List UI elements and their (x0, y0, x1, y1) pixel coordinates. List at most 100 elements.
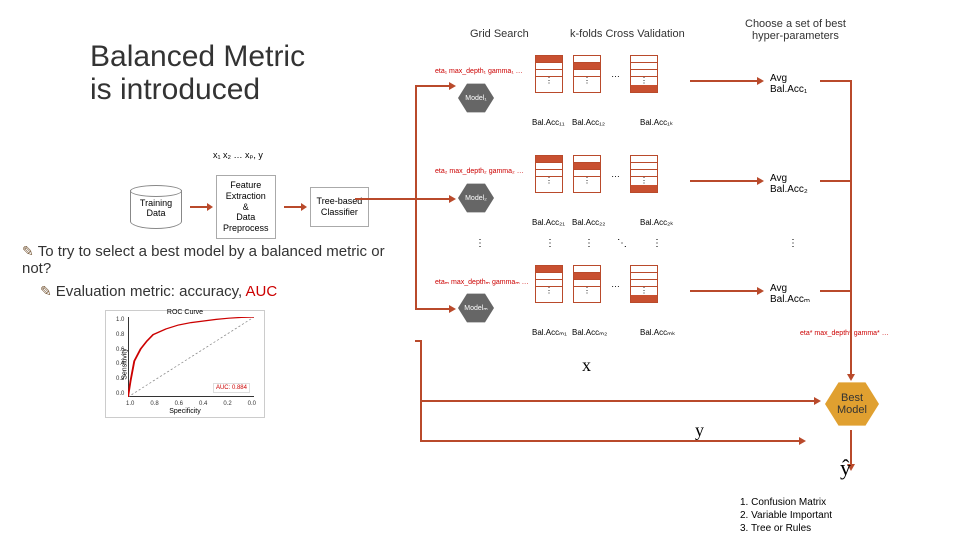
note-item: 3. Tree or Rules (740, 522, 832, 535)
tick: 0.6 (116, 347, 124, 353)
model-hex-label: Modelₘ (458, 292, 494, 324)
bal-acc-label: Bal.Acc₂₁ (532, 218, 565, 227)
fold-box: ⋮ (573, 155, 601, 193)
connector-arrow (770, 440, 800, 442)
note-item: 2. Variable Important (740, 509, 832, 522)
connector-line (420, 340, 422, 400)
title-line1: Balanced Metric (90, 40, 305, 73)
roc-yticks: 0.0 0.2 0.4 0.6 0.8 1.0 (116, 317, 124, 397)
fold-box: ⋮ (535, 265, 563, 303)
x-label: x (582, 355, 591, 376)
v-ellipsis: ⋮ (475, 238, 485, 249)
connector-line (420, 400, 422, 440)
bullet-1-text: To try to select a best model by a balan… (22, 243, 385, 277)
header-kfold: k-folds Cross Validation (570, 28, 685, 40)
avg-bal-acc-2: Avg Bal.Acc₂ (770, 173, 808, 195)
avg-bal-acc-1: Avg Bal.Acc₁ (770, 73, 807, 95)
model-hex-2: Model₂ (458, 182, 494, 214)
fold-box: ⋮ (630, 55, 658, 93)
best-model-hex: Best Model (825, 380, 879, 428)
bullet-2: ✎Evaluation metric: accuracy, AUC (40, 283, 277, 300)
header-grid-search: Grid Search (470, 28, 529, 40)
roc-xticks: 1.0 0.8 0.6 0.4 0.2 0.0 (126, 401, 256, 407)
y-label: y (695, 420, 704, 441)
training-data-cylinder: Training Data (130, 185, 182, 229)
model-hex-label: Model₂ (458, 182, 494, 214)
connector-line (820, 80, 850, 82)
bal-acc-label: Bal.Acc₁₂ (572, 118, 605, 127)
bal-acc-label: Bal.Acc₁ₖ (640, 118, 673, 127)
yhat-label: ŷ (840, 455, 851, 481)
bullet-icon: ✎ (40, 283, 52, 299)
fold-box: ⋮ (630, 155, 658, 193)
tick: 0.0 (116, 391, 124, 397)
model-hex-m: Modelₘ (458, 292, 494, 324)
feature-vars: x₁ x₂ … xₚ, y (213, 150, 263, 161)
v-ellipsis: ⋮ (545, 238, 555, 249)
tick: 0.8 (116, 332, 124, 338)
bal-acc-label: Bal.Accₘ₂ (572, 328, 607, 337)
tick: 0.6 (175, 401, 183, 407)
note-item: 1. Confusion Matrix (740, 496, 832, 509)
tick: 0.4 (116, 361, 124, 367)
tick: 1.0 (126, 401, 134, 407)
connector-line (820, 290, 850, 292)
bullet-icon: ✎ (22, 243, 34, 259)
bullet-1: ✎To try to select a best model by a bala… (22, 243, 392, 277)
roc-xlabel: Specificity (106, 408, 264, 415)
tick: 1.0 (116, 317, 124, 323)
connector-arrow (850, 355, 852, 375)
roc-title: ROC Curve (106, 309, 264, 316)
best-hp-label: eta* max_depth* gamma* … (800, 330, 889, 337)
h-ellipsis: … (611, 69, 620, 79)
d-ellipsis: ⋱ (617, 238, 627, 249)
connector-arrow (690, 80, 758, 82)
bal-acc-label: Bal.Acc₂₂ (572, 218, 605, 227)
tree-classifier-box: Tree-based Classifier (310, 187, 370, 227)
fold-box: ⋮ (630, 265, 658, 303)
fold-box: ⋮ (573, 265, 601, 303)
v-ellipsis: ⋮ (652, 238, 662, 249)
connector-line (415, 340, 420, 342)
training-data-label: Training Data (140, 199, 172, 219)
tick: 0.8 (150, 401, 158, 407)
connector-line (820, 180, 850, 182)
bal-acc-label: Bal.Accₘₖ (640, 328, 676, 337)
fold-box: ⋮ (535, 155, 563, 193)
avg-bal-acc-m: Avg Bal.Accₘ (770, 283, 810, 305)
tick: 0.2 (116, 376, 124, 382)
slide-title: Balanced Metric is introduced (90, 40, 305, 106)
arrow-icon (190, 206, 208, 208)
pipeline: Training Data Feature Extraction & Data … (130, 175, 369, 239)
model-hex-1: Model₁ (458, 82, 494, 114)
bal-acc-label: Bal.Accₘ₁ (532, 328, 567, 337)
feature-extraction-box: Feature Extraction & Data Preprocess (216, 175, 276, 239)
connector-arrow (690, 290, 758, 292)
h-ellipsis: … (611, 279, 620, 289)
roc-chart: ROC Curve Sensitivity Specificity AUC: 0… (105, 310, 265, 418)
fold-box: ⋮ (535, 55, 563, 93)
connector-line (355, 198, 415, 200)
x-arrow (420, 400, 815, 402)
connector-line (850, 80, 852, 360)
v-ellipsis: ⋮ (788, 238, 798, 249)
y-line (420, 440, 770, 442)
tick: 0.4 (199, 401, 207, 407)
connector-arrow (415, 198, 450, 200)
fold-box: ⋮ (573, 55, 601, 93)
connector-arrow (690, 180, 758, 182)
roc-legend: AUC: 0.884 (213, 383, 250, 393)
title-line2: is introduced (90, 73, 305, 106)
bullet-2-text-a: Evaluation metric: accuracy, (56, 283, 246, 300)
bal-acc-label: Bal.Acc₂ₖ (640, 218, 674, 227)
connector-arrow (415, 308, 450, 310)
h-ellipsis: … (611, 169, 620, 179)
header-choose: Choose a set of best hyper-parameters (745, 18, 846, 42)
output-notes: 1. Confusion Matrix 2. Variable Importan… (740, 496, 832, 535)
arrow-icon (284, 206, 302, 208)
tick: 0.2 (223, 401, 231, 407)
connector-arrow (415, 85, 450, 87)
bal-acc-label: Bal.Acc₁₁ (532, 118, 565, 127)
bullet-2-auc: AUC (246, 283, 278, 300)
v-ellipsis: ⋮ (584, 238, 594, 249)
